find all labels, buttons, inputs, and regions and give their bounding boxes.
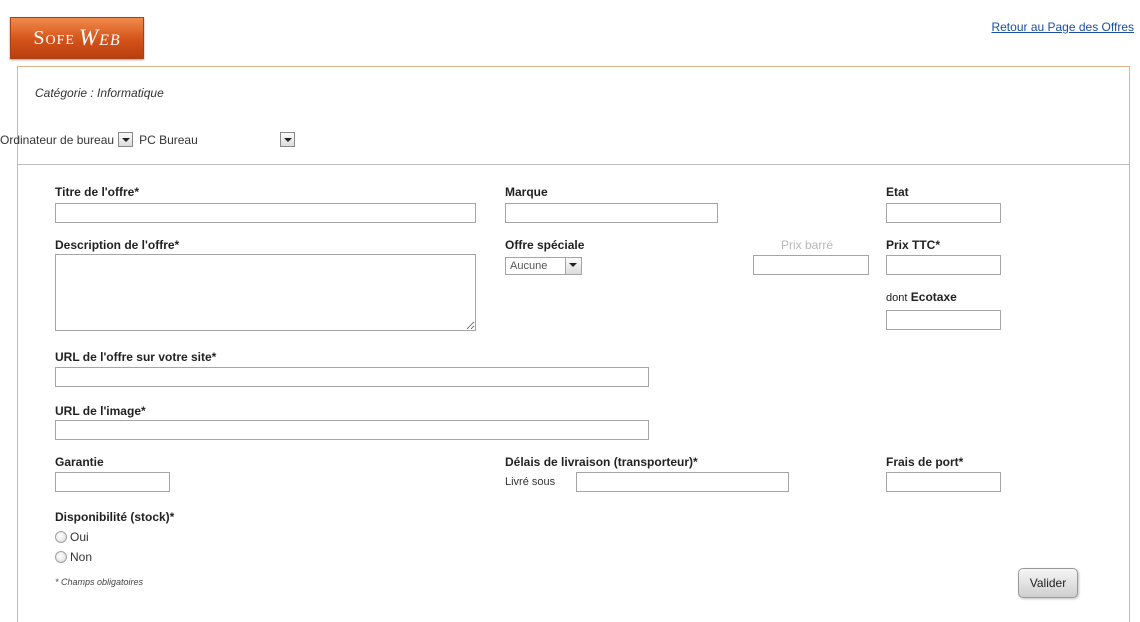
livraison-input[interactable] bbox=[576, 472, 789, 492]
ecotaxe-input[interactable] bbox=[886, 310, 1001, 330]
radio-non[interactable]: Non bbox=[55, 550, 92, 564]
url-image-label: URL de l'image* bbox=[55, 404, 146, 418]
submit-button[interactable]: Valider bbox=[1018, 568, 1078, 598]
category-select-2-value: PC Bureau bbox=[139, 132, 198, 147]
prix-ttc-label: Prix TTC* bbox=[886, 238, 941, 252]
offre-speciale-label: Offre spéciale bbox=[505, 238, 585, 252]
etat-input[interactable] bbox=[886, 203, 1001, 223]
marque-label: Marque bbox=[505, 185, 548, 199]
chevron-down-icon[interactable] bbox=[565, 258, 581, 274]
url-image-input[interactable] bbox=[55, 420, 649, 440]
garantie-label: Garantie bbox=[55, 455, 104, 469]
divider bbox=[18, 164, 1130, 165]
url-offre-input[interactable] bbox=[55, 367, 649, 387]
livre-sous-label: Livré sous bbox=[505, 476, 556, 488]
titre-input[interactable] bbox=[55, 203, 476, 223]
sofeweb-logo: Sofe Web bbox=[10, 17, 144, 59]
logo-text-web: Web bbox=[78, 25, 121, 50]
chevron-down-icon[interactable] bbox=[279, 132, 295, 147]
disponibilite-label: Disponibilité (stock)* bbox=[55, 510, 175, 524]
category-selectors: Ordinateur de bureau PC Bureau bbox=[0, 132, 295, 147]
logo-text-sofe: Sofe bbox=[33, 26, 75, 49]
garantie-input[interactable] bbox=[55, 472, 170, 492]
offer-form-panel bbox=[17, 66, 1130, 622]
prix-barre-input[interactable] bbox=[753, 255, 869, 275]
radio-circle-icon[interactable] bbox=[55, 551, 67, 563]
marque-input[interactable] bbox=[505, 203, 718, 223]
required-note: * Champs obligatoires bbox=[55, 577, 144, 587]
offre-speciale-select[interactable]: Aucune bbox=[505, 257, 582, 275]
chevron-down-icon[interactable] bbox=[118, 132, 134, 147]
frais-port-input[interactable] bbox=[886, 472, 1001, 492]
ecotaxe-text: Ecotaxe bbox=[910, 290, 957, 304]
prix-barre-label: Prix barré bbox=[781, 238, 834, 252]
prix-ttc-input[interactable] bbox=[886, 255, 1001, 275]
offre-speciale-value: Aucune bbox=[510, 260, 548, 272]
category-select-1-value: Ordinateur de bureau bbox=[0, 132, 115, 147]
url-offre-label: URL de l'offre sur votre site* bbox=[55, 350, 217, 364]
radio-non-label: Non bbox=[70, 550, 93, 564]
titre-label: Titre de l'offre* bbox=[55, 185, 139, 199]
ecotaxe-prefix: dont bbox=[886, 292, 908, 304]
etat-label: Etat bbox=[886, 185, 909, 199]
radio-oui-label: Oui bbox=[70, 530, 89, 544]
category-title: Catégorie : Informatique bbox=[35, 86, 164, 100]
description-label: Description de l'offre* bbox=[55, 238, 180, 252]
description-textarea[interactable] bbox=[55, 254, 476, 331]
ecotaxe-label: dont Ecotaxe bbox=[886, 290, 957, 304]
radio-oui[interactable]: Oui bbox=[55, 530, 89, 544]
delais-label: Délais de livraison (transporteur)* bbox=[505, 455, 698, 469]
radio-circle-icon[interactable] bbox=[55, 531, 67, 543]
back-to-offers-link[interactable]: Retour au Page des Offres bbox=[991, 20, 1134, 34]
frais-port-label: Frais de port* bbox=[886, 455, 964, 469]
